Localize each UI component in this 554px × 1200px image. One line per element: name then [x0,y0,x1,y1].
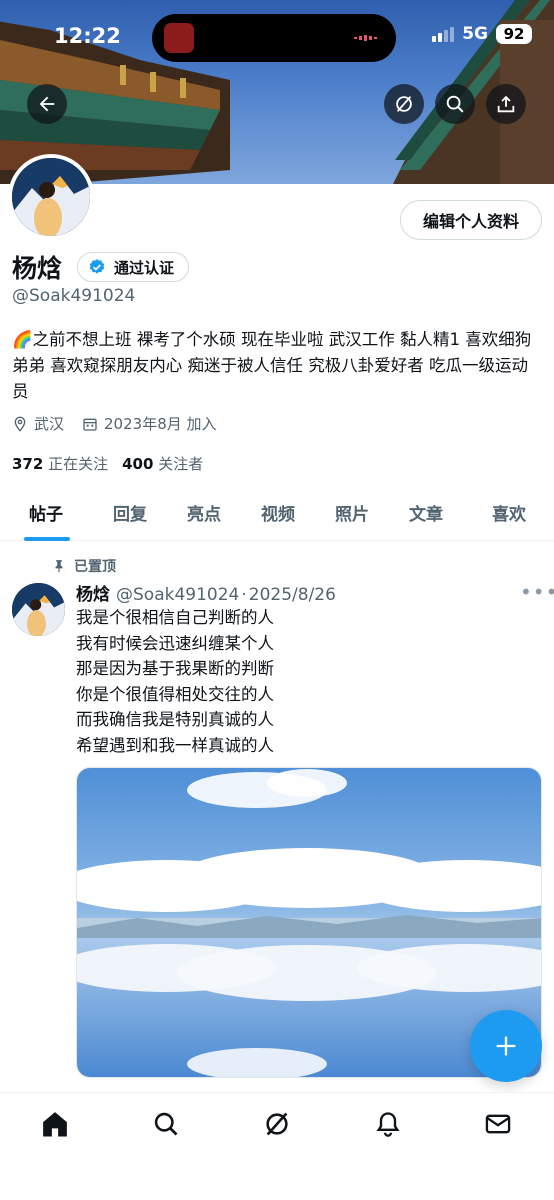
grok-icon [266,1112,288,1136]
pin-icon [55,560,63,573]
joined-item: 2023年8月 加入 [82,413,217,434]
followers-count: 400 [122,455,154,473]
bottom-navigation [0,1092,554,1200]
post-author-handle[interactable]: @Soak491024 [116,585,239,605]
profile-avatar[interactable] [8,154,94,240]
share-button[interactable] [486,84,526,124]
grok-icon [396,96,412,112]
following-label: 正在关注 [48,455,109,473]
arrow-left-icon [39,96,55,112]
tab-articles[interactable]: 文章 [409,500,443,525]
tab-videos[interactable]: 视频 [261,500,295,525]
post-author-name[interactable]: 杨焓 [76,580,110,605]
nav-search[interactable] [150,1108,182,1140]
follow-stats: 372 正在关注 400 关注者 [12,453,203,474]
followers-link[interactable]: 400 关注者 [122,453,203,474]
cellular-signal-icon [432,26,455,42]
post-line: 我是个很相信自己判断的人 [76,608,274,627]
nav-messages[interactable] [482,1108,514,1140]
audio-wave-icon [354,35,377,41]
now-playing-app-icon [164,23,194,53]
following-link[interactable]: 372 正在关注 [12,453,108,474]
post-line: 那是因为基于我果断的判断 [76,659,274,678]
tab-highlights[interactable]: 亮点 [187,500,221,525]
pinned-label: 已置顶 [74,559,116,575]
mail-icon [485,1114,511,1134]
active-tab-indicator [24,537,70,541]
verified-check-icon [89,259,105,274]
location-item: 武汉 [12,413,64,434]
location-text: 武汉 [34,415,65,433]
share-icon [497,95,515,113]
avatar-image [12,583,65,636]
home-icon [43,1112,67,1137]
avatar-image [12,158,90,236]
back-button[interactable] [27,84,67,124]
location-pin-icon [14,416,26,432]
verified-badge[interactable]: 通过认证 [77,252,190,282]
search-button[interactable] [435,84,475,124]
pinned-indicator: 已置顶 [52,556,116,576]
battery-indicator: 92 [496,24,532,44]
tab-likes[interactable]: 喜欢 [492,500,526,525]
nav-home[interactable] [39,1108,71,1140]
post-header: 杨焓 @Soak491024 · 2025/8/26 [76,580,336,605]
profile-banner[interactable]: 12:22 5G 92 [0,0,554,184]
followers-label: 关注者 [158,455,204,473]
profile-name: 杨焓 [12,254,63,283]
plus-icon [496,1036,516,1056]
status-indicators: 5G 92 [432,24,532,44]
more-options-icon[interactable]: ••• [520,580,554,604]
post-author-avatar[interactable] [12,583,65,636]
edit-profile-button[interactable]: 编辑个人资料 [400,200,542,240]
nav-notifications[interactable] [372,1108,404,1140]
verified-label: 通过认证 [114,258,175,277]
calendar-icon [83,418,97,431]
profile-bio: 🌈之前不想上班 裸考了个水硕 现在毕业啦 武汉工作 黏人精1 喜欢细狗弟弟 喜欢… [12,330,532,401]
tab-replies[interactable]: 回复 [113,500,147,525]
search-icon [446,95,464,113]
post-text: 我是个很相信自己判断的人 我有时候会迅速纠缠某个人 那是因为基于我果断的判断 你… [76,605,274,758]
post-line: 你是个很值得相处交往的人 [76,684,274,704]
profile-handle: @Soak491024 [12,286,136,306]
network-type: 5G [462,24,488,44]
post-line: 希望遇到和我一样真诚的人 [76,735,274,755]
bell-icon [376,1112,400,1137]
post-date[interactable]: 2025/8/26 [249,585,336,605]
post-separator: · [241,585,247,605]
search-icon [154,1112,178,1136]
joined-text: 2023年8月 加入 [104,415,217,433]
nav-grok[interactable] [261,1108,293,1140]
grok-button[interactable] [384,84,424,124]
post-line: 而我确信我是特别真诚的人 [76,710,274,729]
status-time: 12:22 [54,24,121,48]
post-line: 我有时候会迅速纠缠某个人 [76,633,274,653]
dynamic-island [152,14,396,62]
profile-meta: 武汉 2023年8月 加入 [12,413,217,434]
profile-tabs: 帖子 回复 亮点 视频 照片 文章 喜欢 [0,488,554,541]
compose-post-button[interactable] [470,1010,542,1082]
tab-photos[interactable]: 照片 [335,500,369,525]
following-count: 372 [12,455,44,473]
tab-posts[interactable]: 帖子 [29,500,63,525]
